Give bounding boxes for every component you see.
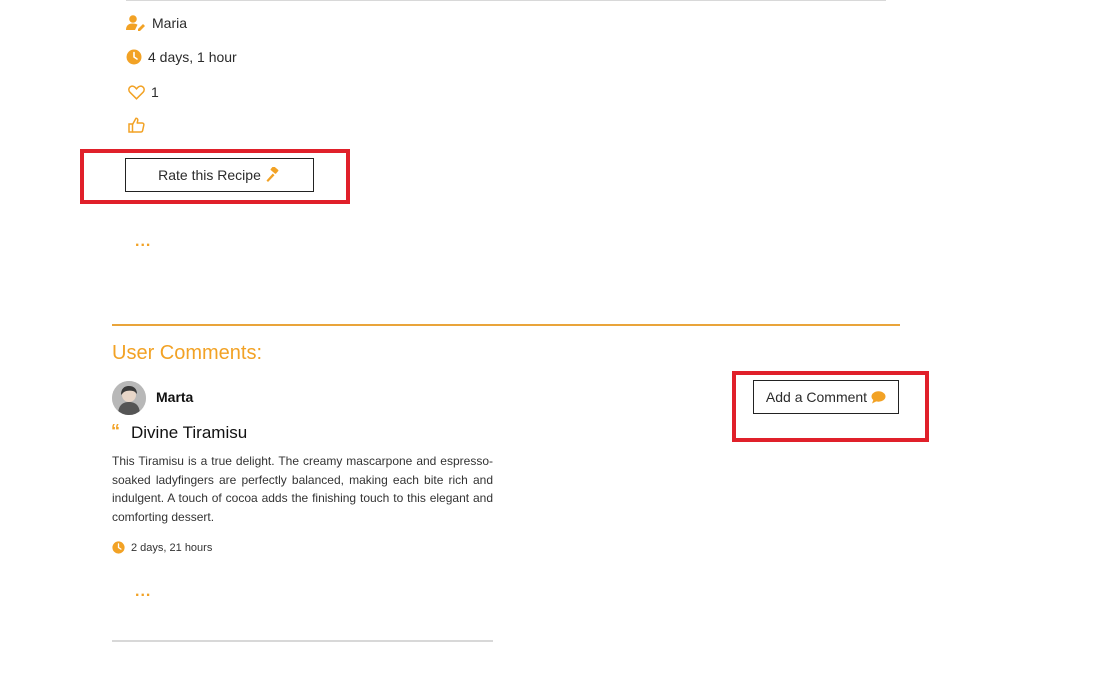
user-edit-icon: [126, 15, 145, 31]
comment-author: Marta: [156, 389, 194, 405]
comment-divider: [112, 640, 493, 642]
recipe-more-button[interactable]: ...: [135, 234, 151, 250]
rate-recipe-button[interactable]: Rate this Recipe: [125, 158, 314, 192]
user-avatar-image: [112, 381, 146, 415]
comment-icon: [871, 390, 886, 403]
comment-title: Divine Tiramisu: [131, 423, 248, 442]
gavel-icon: [266, 167, 279, 182]
recipe-author-row: Maria: [126, 15, 187, 31]
top-divider: [126, 0, 886, 1]
comment-time-row: 2 days, 21 hours: [112, 541, 212, 554]
recipe-thumbs-row: [128, 117, 145, 133]
add-comment-button[interactable]: Add a Comment: [753, 380, 899, 414]
comment-body: This Tiramisu is a true delight. The cre…: [112, 454, 493, 524]
add-comment-label: Add a Comment: [765, 389, 868, 405]
rate-recipe-label: Rate this Recipe: [158, 167, 261, 183]
recipe-likes-count: 1: [151, 84, 159, 100]
quote-icon: “: [111, 421, 120, 441]
recipe-time-row: 4 days, 1 hour: [126, 49, 237, 65]
clock-icon: [126, 49, 142, 65]
comments-heading: User Comments:: [112, 342, 263, 364]
comments-divider: [112, 324, 900, 326]
comment-time-ago: 2 days, 21 hours: [131, 541, 213, 554]
clock-icon: [112, 541, 125, 554]
recipe-likes-row: 1: [128, 84, 159, 100]
thumbs-up-icon[interactable]: [128, 117, 145, 133]
avatar[interactable]: [112, 381, 146, 415]
comment-more-button[interactable]: ...: [135, 584, 151, 600]
heart-outline-icon[interactable]: [128, 84, 145, 100]
recipe-author: Maria: [152, 15, 188, 31]
recipe-time-ago: 4 days, 1 hour: [148, 49, 237, 65]
